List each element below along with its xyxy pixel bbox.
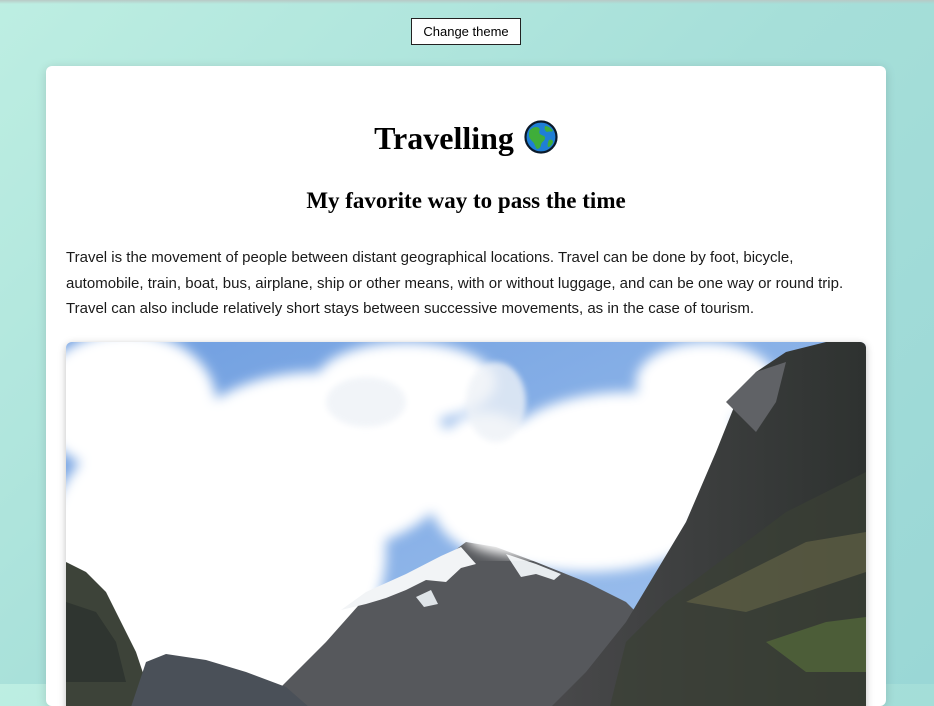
article-card: Travelling My favorite way to pass the t… [46, 66, 886, 706]
page-title: Travelling [46, 118, 886, 158]
top-shadow [0, 0, 934, 4]
article-paragraph: Travel is the movement of people between… [66, 249, 844, 317]
title-text: Travelling [374, 120, 514, 156]
page-subtitle: My favorite way to pass the time [306, 188, 626, 213]
change-theme-button[interactable]: Change theme [411, 18, 521, 45]
mountain-landscape-photo [66, 342, 866, 706]
globe-icon [524, 120, 558, 154]
